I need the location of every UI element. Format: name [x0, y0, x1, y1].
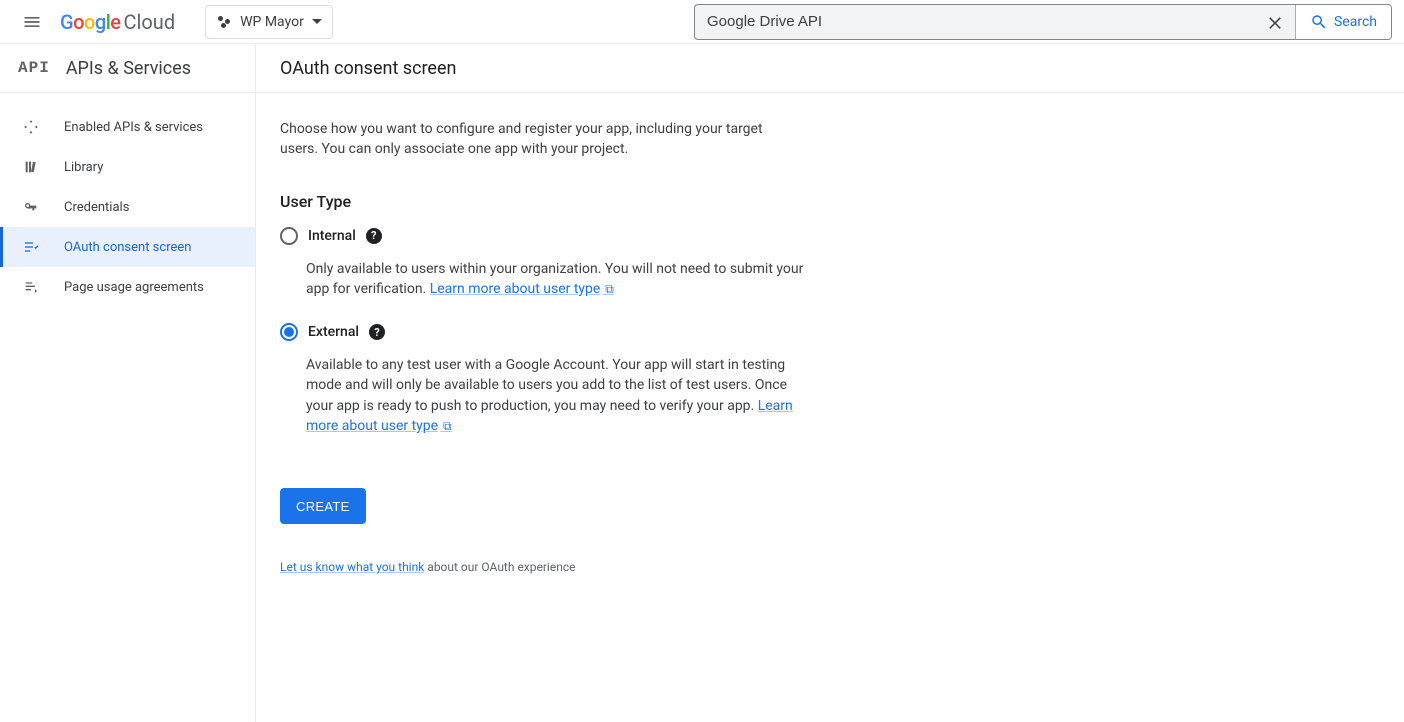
user-type-heading: User Type [280, 192, 1380, 211]
close-icon[interactable] [1255, 4, 1295, 40]
brand-logo[interactable]: Google Cloud [60, 10, 197, 34]
radio-external-label: External [308, 324, 359, 340]
search-button[interactable]: Search [1295, 5, 1391, 39]
radio-external[interactable]: External ? [280, 323, 1380, 341]
searchbox: Search [694, 4, 1392, 40]
sidebar-item-library[interactable]: Library [0, 147, 255, 187]
sidebar-item-label: Enabled APIs & services [64, 120, 203, 135]
feedback-line: Let us know what you think about our OAu… [280, 560, 1380, 574]
grid-icon [22, 118, 40, 136]
google-logo-text: Google [60, 10, 121, 34]
sidebar-item-enabled-apis[interactable]: Enabled APIs & services [0, 107, 255, 147]
main-content: Choose how you want to configure and reg… [256, 93, 1404, 722]
sidebar-item-label: Credentials [64, 200, 129, 215]
radio-external-desc: Available to any test user with a Google… [306, 355, 806, 436]
menu-icon[interactable] [12, 2, 52, 42]
help-icon[interactable]: ? [369, 324, 385, 340]
radio-internal-label: Internal [308, 228, 356, 244]
radio-internal[interactable]: Internal ? [280, 227, 1380, 245]
page-title: OAuth consent screen [280, 58, 456, 79]
project-name: WP Mayor [240, 14, 304, 30]
brand-product: Cloud [124, 10, 176, 34]
text: Available to any test user with a Google… [306, 357, 787, 414]
feedback-text: about our OAuth experience [424, 560, 575, 574]
external-link-icon: ⧉ [602, 282, 614, 296]
project-icon [216, 14, 232, 30]
text: Learn more about user type [430, 281, 601, 297]
project-picker[interactable]: WP Mayor [205, 5, 333, 39]
library-icon [22, 158, 40, 176]
section-title: APIs & Services [66, 58, 191, 79]
search-icon [1310, 13, 1328, 31]
learn-more-link[interactable]: Learn more about user type ⧉ [430, 281, 614, 297]
sidebar-item-label: Page usage agreements [64, 280, 204, 295]
api-icon: API [18, 59, 50, 77]
help-icon[interactable]: ? [366, 228, 382, 244]
section-heading: API APIs & Services [0, 44, 256, 92]
external-link-icon: ⧉ [440, 419, 452, 433]
search-button-label: Search [1334, 14, 1377, 30]
sidebar-item-page-usage-agreements[interactable]: Page usage agreements [0, 267, 255, 307]
sidebar-item-label: Library [64, 160, 103, 175]
sidebar-item-label: OAuth consent screen [64, 240, 191, 255]
feedback-link[interactable]: Let us know what you think [280, 560, 424, 574]
sidebar-item-oauth-consent[interactable]: OAuth consent screen [0, 227, 255, 267]
radio-icon[interactable] [280, 323, 298, 341]
sidebar-item-credentials[interactable]: Credentials [0, 187, 255, 227]
key-icon [22, 198, 40, 216]
chevron-down-icon [312, 19, 322, 24]
subheader: API APIs & Services OAuth consent screen [0, 44, 1404, 93]
radio-icon[interactable] [280, 227, 298, 245]
radio-internal-desc: Only available to users within your orga… [306, 259, 806, 300]
sidebar: Enabled APIs & services Library Credenti… [0, 93, 256, 722]
create-button[interactable]: CREATE [280, 488, 366, 524]
consent-icon [22, 238, 40, 256]
document-icon [22, 278, 40, 296]
topbar: Google Cloud WP Mayor Search [0, 0, 1404, 44]
intro-text: Choose how you want to configure and reg… [280, 119, 780, 160]
search-input[interactable] [695, 13, 1255, 30]
